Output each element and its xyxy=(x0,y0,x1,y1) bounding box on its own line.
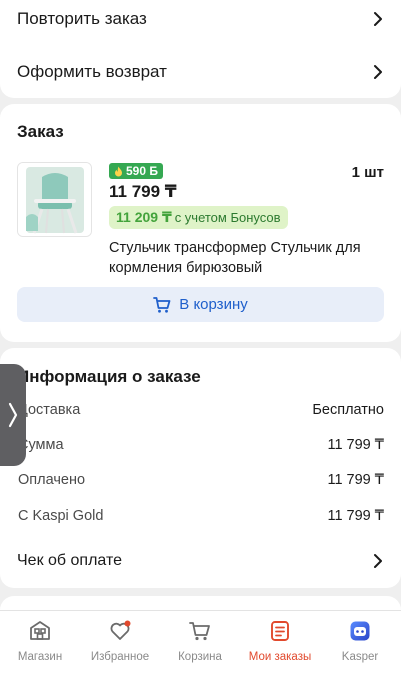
add-to-cart-button[interactable]: В корзину xyxy=(17,287,384,322)
info-value: Бесплатно xyxy=(312,402,384,418)
order-details-screen: Повторить заказ Оформить возврат Заказ 5… xyxy=(0,0,401,699)
order-section-title: Заказ xyxy=(17,122,64,141)
bottom-tab-bar: Магазин Избранное Корзина Мои заказы Kas… xyxy=(0,610,401,699)
chevron-right-icon xyxy=(374,12,382,26)
info-row-kaspi-gold: С Kaspi Gold 11 799 ₸ xyxy=(0,505,401,527)
bonus-price-pill: 11 209 ₸ с учетом Бонусов xyxy=(109,206,288,229)
tab-kasper[interactable]: Kasper xyxy=(320,619,400,671)
product-name[interactable]: Стульчик трансформер Стульчик для кормле… xyxy=(109,238,389,278)
product-thumbnail[interactable] xyxy=(17,162,92,237)
chevron-right-icon xyxy=(374,65,382,79)
chevron-right-icon xyxy=(8,402,18,428)
info-value: 11 799 ₸ xyxy=(327,437,384,453)
high-chair-image xyxy=(18,163,91,236)
tab-shop[interactable]: Магазин xyxy=(0,619,80,671)
info-value: 11 799 ₸ xyxy=(327,472,384,488)
tab-my-orders[interactable]: Мои заказы xyxy=(240,619,320,671)
orders-icon xyxy=(271,621,289,641)
info-label: Доставка xyxy=(18,402,81,418)
tab-label: Мои заказы xyxy=(248,651,312,663)
add-to-cart-label: В корзину xyxy=(179,296,248,313)
info-value: 11 799 ₸ xyxy=(327,508,384,524)
order-info-title: Информация о заказе xyxy=(17,367,201,386)
payment-receipt-row[interactable]: Чек об оплате xyxy=(0,548,401,574)
bonus-badge: 590 Б xyxy=(109,163,163,179)
bonus-price-note: с учетом Бонусов xyxy=(174,210,281,225)
return-label: Оформить возврат xyxy=(17,62,167,81)
bonus-price-value: 11 209 ₸ xyxy=(116,209,172,225)
order-actions-card: Повторить заказ Оформить возврат xyxy=(0,0,401,98)
tab-label: Избранное xyxy=(90,651,150,663)
info-row-sum: Сумма 11 799 ₸ xyxy=(0,434,401,456)
tab-cart[interactable]: Корзина xyxy=(160,619,240,671)
product-price: 11 799 ₸ xyxy=(109,182,177,201)
quantity: 1 шт xyxy=(351,164,384,181)
cart-icon xyxy=(189,622,210,641)
chevron-right-icon xyxy=(374,554,382,568)
tab-favorites[interactable]: Избранное xyxy=(80,619,160,671)
tab-label: Kasper xyxy=(341,651,379,663)
kasper-icon xyxy=(350,621,370,641)
info-label: Оплачено xyxy=(18,472,86,488)
order-info-card: Информация о заказе Доставка Бесплатно С… xyxy=(0,348,401,588)
heart-icon xyxy=(110,620,131,640)
bonus-badge-value: 590 Б xyxy=(126,164,158,178)
order-card: Заказ 590 Б 1 шт 11 799 ₸ 11 209 ₸ с уче… xyxy=(0,104,401,342)
repeat-order-label: Повторить заказ xyxy=(17,9,147,28)
info-label: С Kaspi Gold xyxy=(18,508,104,524)
repeat-order-row[interactable]: Повторить заказ xyxy=(0,0,401,44)
tab-label: Магазин xyxy=(17,651,63,663)
return-row[interactable]: Оформить возврат xyxy=(0,47,401,97)
flame-icon xyxy=(115,166,122,176)
info-row-paid: Оплачено 11 799 ₸ xyxy=(0,469,401,491)
cart-icon xyxy=(153,296,171,313)
info-row-delivery: Доставка Бесплатно xyxy=(0,399,401,421)
shop-icon xyxy=(30,621,50,640)
payment-receipt-label: Чек об оплате xyxy=(17,552,123,569)
tab-label: Корзина xyxy=(178,651,222,663)
side-panel-handle[interactable] xyxy=(0,364,26,466)
